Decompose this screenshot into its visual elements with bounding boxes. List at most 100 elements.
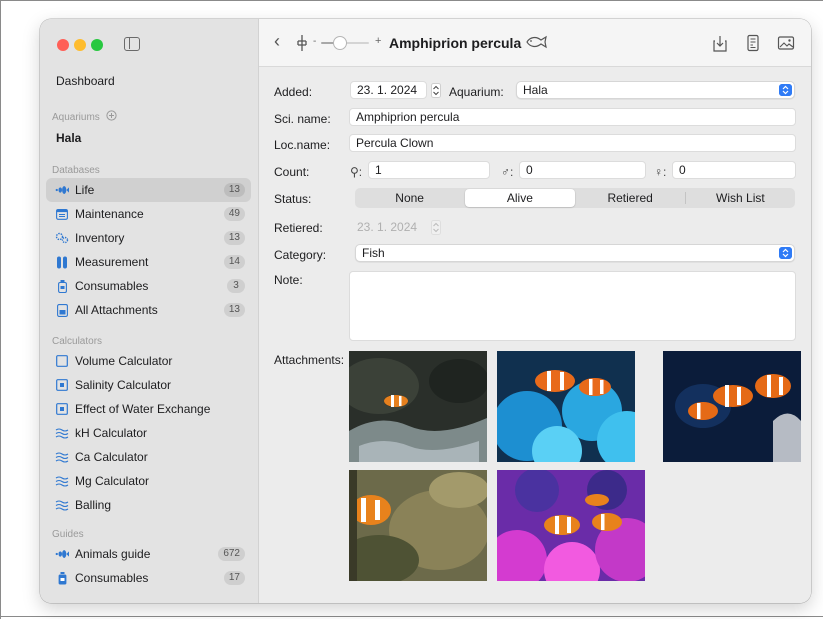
sidebar-item-label: Inventory bbox=[75, 231, 125, 245]
bottle-icon bbox=[55, 571, 69, 585]
loc-name-label: Loc.name: bbox=[274, 138, 331, 152]
count-badge: 49 bbox=[223, 207, 245, 221]
sidebar-item-label: Effect of Water Exchange bbox=[75, 402, 211, 416]
waves-icon bbox=[55, 426, 69, 440]
loc-name-field[interactable]: Percula Clown bbox=[349, 134, 796, 152]
sidebar-item-label: Maintenance bbox=[75, 207, 144, 221]
page-title: Amphiprion percula bbox=[389, 35, 522, 51]
retiered-date-stepper bbox=[431, 220, 441, 235]
attachment-thumbnail[interactable] bbox=[349, 351, 487, 462]
sidebar-item-consumables[interactable]: Consumables 3 bbox=[46, 274, 251, 298]
sidebar-item-dashboard[interactable]: Dashboard bbox=[56, 74, 115, 88]
sidebar-item-label: kH Calculator bbox=[75, 426, 148, 440]
sidebar-item-mg-calculator[interactable]: Mg Calculator bbox=[46, 469, 251, 493]
sidebar-item-label: Measurement bbox=[75, 255, 149, 269]
retiered-label: Retiered: bbox=[274, 221, 323, 235]
sidebar-item-label: Mg Calculator bbox=[75, 474, 150, 488]
databases-section-header: Databases bbox=[52, 165, 100, 176]
attachment-thumbnail[interactable] bbox=[497, 470, 645, 581]
note-textarea[interactable] bbox=[349, 271, 796, 341]
test-tubes-icon bbox=[55, 255, 69, 269]
sidebar-item-ca-calculator[interactable]: Ca Calculator bbox=[46, 445, 251, 469]
square-icon bbox=[55, 354, 69, 368]
waves-icon bbox=[55, 450, 69, 464]
status-option-alive[interactable]: Alive bbox=[465, 189, 575, 207]
guides-section-header: Guides bbox=[52, 529, 84, 540]
count-badge: 17 bbox=[223, 571, 245, 585]
add-aquarium-icon[interactable] bbox=[105, 110, 117, 121]
retiered-date-field: 23. 1. 2024 bbox=[357, 220, 418, 234]
image-icon[interactable] bbox=[777, 34, 795, 52]
count-male-field[interactable]: 0 bbox=[519, 161, 646, 179]
sidebar-item-label: All Attachments bbox=[75, 303, 158, 317]
calendar-icon bbox=[55, 207, 69, 221]
pin-icon[interactable] bbox=[295, 34, 309, 52]
sidebar-item-life[interactable]: Life 13 bbox=[46, 178, 251, 202]
sidebar-item-animals-guide[interactable]: Animals guide 672 bbox=[46, 542, 251, 566]
female-symbol: ♀: bbox=[654, 165, 667, 179]
status-option-retiered[interactable]: Retiered bbox=[576, 189, 685, 207]
sidebar-item-label: Consumables bbox=[75, 571, 149, 585]
sidebar-item-all-attachments[interactable]: All Attachments 13 bbox=[46, 298, 251, 322]
count-badge: 13 bbox=[223, 303, 245, 317]
sidebar-item-kh-calculator[interactable]: kH Calculator bbox=[46, 421, 251, 445]
aquariums-header-label: Aquariums bbox=[52, 112, 100, 123]
minimize-window-button[interactable] bbox=[74, 39, 86, 51]
sidebar-item-label: Balling bbox=[75, 498, 112, 512]
note-label: Note: bbox=[274, 273, 303, 287]
sidebar-item-volume-calculator[interactable]: Volume Calculator bbox=[46, 349, 251, 373]
screen-frame-left bbox=[0, 0, 1, 619]
screen-frame-bottom bbox=[0, 616, 823, 617]
zoom-window-button[interactable] bbox=[91, 39, 103, 51]
sci-name-field[interactable]: Amphiprion percula bbox=[349, 108, 796, 126]
count-badge: 13 bbox=[223, 231, 245, 245]
count-badge: 14 bbox=[223, 255, 245, 269]
aquarium-label: Aquarium: bbox=[449, 85, 504, 99]
waves-icon bbox=[55, 498, 69, 512]
status-option-wish-list[interactable]: Wish List bbox=[686, 189, 795, 207]
fish-school-icon bbox=[55, 183, 69, 197]
count-badge: 672 bbox=[218, 547, 245, 561]
added-label: Added: bbox=[274, 85, 313, 99]
sidebar-item-balling[interactable]: Balling bbox=[46, 493, 251, 517]
category-select[interactable]: Fish bbox=[355, 244, 795, 262]
sidebar-item-aquarium-hala[interactable]: Hala bbox=[56, 131, 81, 145]
gears-icon bbox=[55, 231, 69, 245]
document-icon[interactable] bbox=[744, 34, 762, 52]
status-option-none[interactable]: None bbox=[355, 189, 464, 207]
sidebar-item-salinity-calculator[interactable]: Salinity Calculator bbox=[46, 373, 251, 397]
sidebar-toggle-icon[interactable] bbox=[124, 37, 140, 51]
category-label: Category: bbox=[274, 248, 327, 262]
added-date-stepper[interactable] bbox=[431, 83, 441, 98]
sidebar-item-label: Salinity Calculator bbox=[75, 378, 172, 392]
calculators-section-header: Calculators bbox=[52, 336, 103, 347]
sidebar-item-measurement[interactable]: Measurement 14 bbox=[46, 250, 251, 274]
download-icon[interactable] bbox=[711, 34, 729, 52]
zoom-slider[interactable]: - + bbox=[313, 35, 385, 51]
chevron-updown-icon bbox=[779, 84, 792, 96]
unsexed-symbol: ⚲: bbox=[350, 165, 363, 179]
count-label: Count: bbox=[274, 165, 310, 179]
fish-school-icon bbox=[55, 547, 69, 561]
chevron-updown-icon bbox=[779, 247, 792, 259]
aquarium-select[interactable]: Hala bbox=[516, 81, 795, 99]
sidebar-item-water-exchange[interactable]: Effect of Water Exchange bbox=[46, 397, 251, 421]
back-button[interactable]: ‹ bbox=[274, 32, 280, 50]
sidebar-item-maintenance[interactable]: Maintenance 49 bbox=[46, 202, 251, 226]
attachment-thumbnail[interactable] bbox=[497, 351, 635, 462]
waves-icon bbox=[55, 474, 69, 488]
count-badge: 13 bbox=[223, 183, 245, 197]
attachment-thumbnail[interactable] bbox=[349, 470, 487, 581]
count-female-field[interactable]: 0 bbox=[672, 161, 796, 179]
sidebar-item-consumables-guide[interactable]: Consumables 17 bbox=[46, 566, 251, 590]
count-unsexed-field[interactable]: 1 bbox=[368, 161, 490, 179]
attachment-thumbnail[interactable] bbox=[663, 351, 801, 462]
sidebar-item-inventory[interactable]: Inventory 13 bbox=[46, 226, 251, 250]
slider-plus-label: + bbox=[375, 35, 382, 47]
fish-icon[interactable] bbox=[525, 33, 549, 51]
added-date-field[interactable]: 23. 1. 2024 bbox=[350, 81, 427, 99]
app-window: Dashboard Aquariums Hala Databases Life … bbox=[40, 19, 811, 603]
close-window-button[interactable] bbox=[57, 39, 69, 51]
sidebar-item-label: Consumables bbox=[75, 279, 149, 293]
aquariums-section-header: Aquariums bbox=[52, 110, 117, 123]
